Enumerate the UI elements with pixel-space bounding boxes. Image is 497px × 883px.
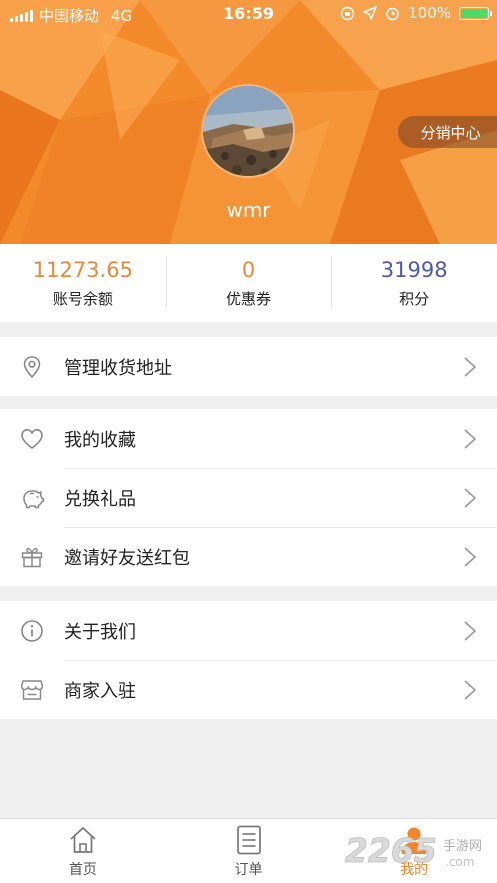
account-stats: 11273.65 账号余额 0 优惠券 31998 积分	[0, 244, 497, 322]
menu-label-invite: 邀请好友送红包	[64, 547, 190, 569]
store-icon	[20, 680, 44, 700]
gift-box-icon	[21, 547, 43, 568]
svg-text:2265: 2265	[345, 831, 437, 870]
menu-group-activities: 我的收藏 兑换礼品 邀请好友送红包	[0, 409, 497, 586]
menu-group-info: 关于我们 商家入驻	[0, 601, 497, 719]
menu-label-favorites: 我的收藏	[64, 429, 136, 451]
menu-label-address: 管理收货地址	[64, 357, 172, 379]
chevron-right-icon	[464, 488, 477, 508]
row-divider	[64, 660, 497, 661]
chevron-right-icon	[464, 357, 477, 377]
location-pin-icon	[23, 356, 41, 379]
tab-home-label: 首页	[68, 862, 97, 878]
stat-coupons[interactable]: 0 优惠券	[165, 244, 332, 322]
chevron-right-icon	[464, 621, 477, 641]
svg-text:手游网: 手游网	[443, 839, 482, 854]
menu-label-merchant: 商家入驻	[64, 680, 136, 702]
tab-orders-label: 订单	[234, 862, 263, 878]
chevron-right-icon	[464, 429, 477, 449]
username: wmr	[226, 198, 271, 222]
chevron-right-icon	[464, 547, 477, 567]
menu-item-favorites[interactable]: 我的收藏	[0, 409, 497, 468]
stat-balance[interactable]: 11273.65 账号余额	[0, 244, 166, 322]
distribution-center-button[interactable]: 分销中心	[398, 116, 497, 148]
location-arrow-icon	[363, 6, 378, 20]
menu-item-invite[interactable]: 邀请好友送红包	[0, 527, 497, 586]
home-icon	[70, 827, 96, 853]
battery-icon	[459, 6, 492, 20]
menu-item-merchant[interactable]: 商家入驻	[0, 660, 497, 719]
heart-icon	[21, 428, 43, 449]
menu-label-gifts: 兑换礼品	[64, 488, 136, 510]
alarm-icon	[386, 7, 399, 20]
svg-text:.com: .com	[445, 855, 474, 869]
profile-header: 中国移动 4G 16:59 100% wmr 分销中心	[0, 0, 497, 244]
chevron-right-icon	[464, 680, 477, 700]
coupons-label: 优惠券	[226, 290, 272, 308]
rotation-lock-icon	[340, 6, 355, 20]
points-value: 31998	[380, 258, 448, 282]
status-bar: 中国移动 4G 16:59 100%	[0, 0, 497, 28]
tab-home[interactable]: 首页	[0, 819, 166, 883]
avatar[interactable]	[201, 84, 295, 178]
battery-fill	[461, 8, 487, 18]
balance-value: 11273.65	[32, 258, 133, 282]
menu-group-address: 管理收货地址	[0, 337, 497, 396]
balance-label: 账号余额	[52, 290, 113, 308]
piggy-bank-icon	[23, 490, 45, 509]
points-label: 积分	[399, 290, 430, 308]
site-watermark-logo: 2265 手游网 .com	[345, 831, 482, 871]
stat-points[interactable]: 31998 积分	[331, 244, 497, 322]
order-list-icon	[236, 825, 261, 855]
menu-item-gifts[interactable]: 兑换礼品	[0, 468, 497, 527]
coupons-value: 0	[241, 258, 256, 282]
row-divider	[64, 527, 497, 528]
info-icon	[21, 620, 43, 642]
row-divider	[64, 468, 497, 469]
avatar-image	[203, 86, 293, 176]
menu-label-about: 关于我们	[64, 621, 136, 643]
menu-item-about[interactable]: 关于我们	[0, 601, 497, 660]
battery-percent: 100%	[408, 4, 451, 22]
menu-item-address[interactable]: 管理收货地址	[0, 337, 497, 396]
tab-orders[interactable]: 订单	[166, 819, 332, 883]
